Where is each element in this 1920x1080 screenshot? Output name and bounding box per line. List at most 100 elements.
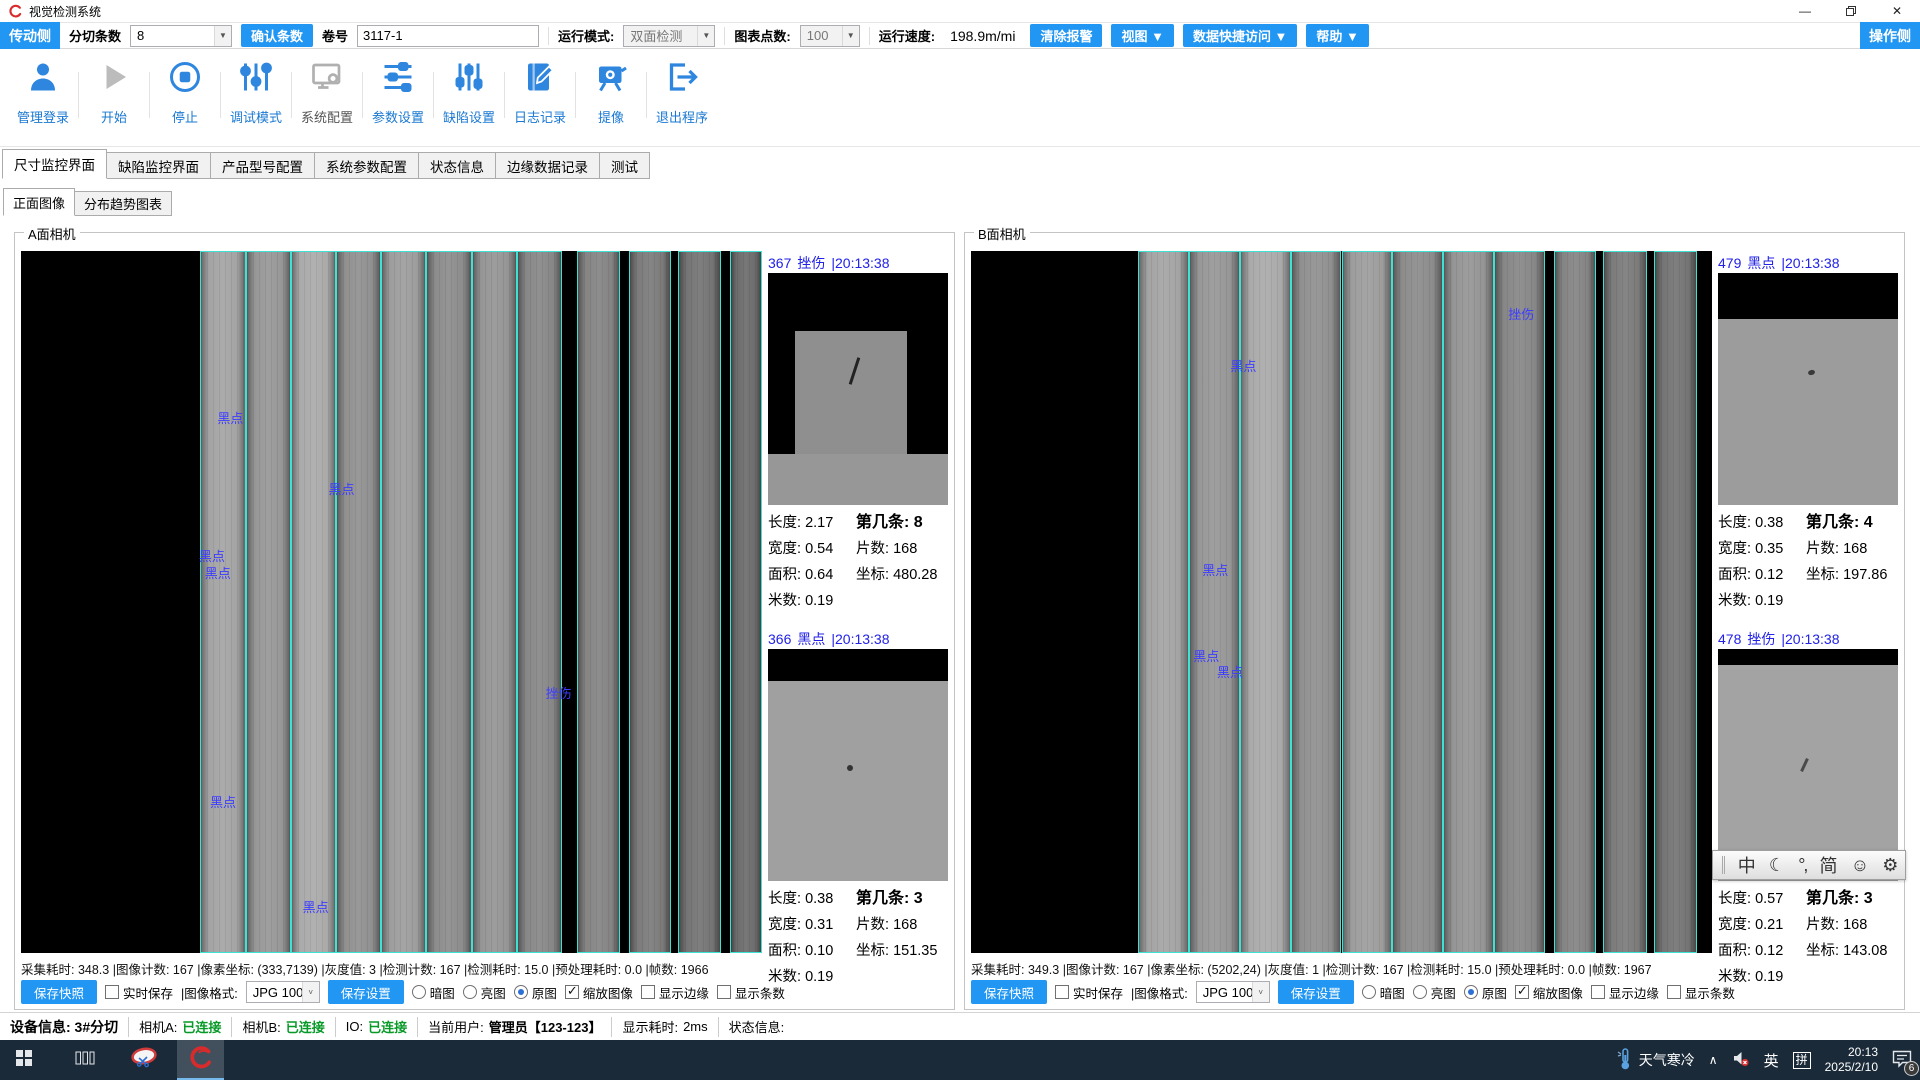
zoom-image-checkbox[interactable]: 缩放图像 [1515, 983, 1583, 1002]
zoom-image-checkbox[interactable]: 缩放图像 [565, 983, 633, 1002]
transmission-side-button[interactable]: 传动侧 [0, 22, 60, 49]
tab-status-info[interactable]: 状态信息 [418, 152, 496, 179]
quick-access-menu-button[interactable]: 数据快捷访问 ▼ [1183, 24, 1297, 47]
tab-system-params[interactable]: 系统参数配置 [314, 152, 419, 179]
ime-indicator[interactable]: 拼 [1793, 1052, 1811, 1069]
save-snapshot-button[interactable]: 保存快照 [971, 980, 1047, 1004]
help-menu-button[interactable]: 帮助 ▼ [1306, 24, 1368, 47]
tab-front-image[interactable]: 正面图像 [3, 188, 75, 216]
login-button[interactable]: 管理登录 [8, 50, 78, 144]
fabric-strip [1654, 251, 1697, 953]
snipping-tool-button[interactable] [120, 1040, 167, 1080]
start-button[interactable]: 开始 [79, 50, 149, 144]
notification-count-badge: 6 [1904, 1061, 1919, 1076]
tab-product-model[interactable]: 产品型号配置 [210, 152, 315, 179]
save-snapshot-button[interactable]: 保存快照 [21, 980, 97, 1004]
save-settings-button[interactable]: 保存设置 [1278, 980, 1354, 1004]
stop-button[interactable]: 停止 [150, 50, 220, 144]
original-image-radio[interactable]: 原图 [514, 983, 557, 1002]
language-indicator[interactable]: 英 [1764, 1050, 1779, 1071]
app-logo-icon [188, 1045, 214, 1076]
punctuation-icon[interactable]: °, [1798, 855, 1806, 876]
tab-size-monitor[interactable]: 尺寸监控界面 [2, 149, 107, 179]
gear-icon[interactable]: ⚙ [1882, 855, 1898, 876]
emoji-icon[interactable]: ☺ [1851, 855, 1869, 876]
drag-handle[interactable] [1722, 856, 1725, 874]
defect-annotation: 黑点 [205, 563, 231, 582]
operate-side-button[interactable]: 操作侧 [1860, 22, 1920, 49]
log-record-button[interactable]: 日志记录 [505, 50, 575, 144]
defect-annotation: 黑点 [210, 792, 236, 811]
defect-annotation: 黑点 [1230, 356, 1256, 375]
camera-a-panel: A面相机 黑点黑点黑点黑点挫伤黑点黑点 367 挫伤 |20:13:38 长度:… [14, 232, 955, 1010]
tab-trend-chart[interactable]: 分布趋势图表 [74, 191, 172, 216]
defect-time: |20:13:38 [1781, 255, 1839, 271]
clock[interactable]: 20:13 2025/2/10 [1825, 1045, 1878, 1075]
minimize-button[interactable]: — [1782, 0, 1828, 22]
image-format-combo[interactable]: JPG 100˅ [1196, 981, 1270, 1003]
param-settings-button[interactable]: 参数设置 [363, 50, 433, 144]
sliders-vertical-icon [238, 59, 274, 100]
capture-button[interactable]: 提像 [576, 50, 646, 144]
fabric-strip [577, 251, 620, 953]
defect-stats: 长度: 2.17 第几条: 8 宽度: 0.54 片数: 168 面积: 0.6… [768, 505, 948, 614]
system-config-button[interactable]: 系统配置 [292, 50, 362, 144]
exit-icon [664, 59, 700, 100]
save-settings-button[interactable]: 保存设置 [328, 980, 404, 1004]
vision-app-button[interactable] [177, 1040, 224, 1080]
dark-image-radio[interactable]: 暗图 [1362, 983, 1405, 1002]
bright-image-radio[interactable]: 亮图 [463, 983, 506, 1002]
show-count-checkbox[interactable]: 显示条数 [1667, 983, 1735, 1002]
fabric-strip [381, 251, 426, 953]
defect-card: 479 黑点 |20:13:38 长度: 0.38 第几条: 4 宽度: 0.3… [1718, 253, 1898, 614]
debug-mode-button[interactable]: 调试模式 [221, 50, 291, 144]
close-button[interactable]: ✕ [1874, 0, 1920, 22]
defect-stats: 长度: 0.38 第几条: 4 宽度: 0.35 片数: 168 面积: 0.1… [1718, 505, 1898, 614]
action-center-button[interactable]: 6 [1892, 1050, 1912, 1071]
simplified-chinese-icon[interactable]: 简 [1820, 852, 1838, 878]
speaker-muted-icon[interactable] [1732, 1050, 1750, 1070]
tab-edge-data[interactable]: 边缘数据记录 [495, 152, 600, 179]
slit-count-combo[interactable]: 8 ▼ [130, 25, 232, 47]
defect-header: 479 黑点 |20:13:38 [1718, 253, 1898, 273]
exit-program-button[interactable]: 退出程序 [647, 50, 717, 144]
defect-type: 挫伤 [1747, 629, 1775, 649]
run-mode-combo[interactable]: 双面检测 ▼ [623, 25, 715, 47]
moon-icon[interactable]: ☾ [1769, 855, 1785, 876]
chart-points-combo[interactable]: 100 ▼ [800, 25, 860, 47]
confirm-count-button[interactable]: 确认条数 [241, 24, 313, 47]
roll-input[interactable] [357, 25, 539, 47]
chevron-down-icon: ˅ [1252, 982, 1269, 1002]
camera-b-status: 相机B:已连接 [232, 1017, 335, 1037]
dark-image-radio[interactable]: 暗图 [412, 983, 455, 1002]
realtime-save-checkbox[interactable]: 实时保存 [1055, 983, 1123, 1002]
realtime-save-checkbox[interactable]: 实时保存 [105, 983, 173, 1002]
checkbox[interactable] [105, 985, 119, 999]
weather-widget[interactable]: 天气寒冷 [1617, 1048, 1695, 1073]
sub-tab-bar: 正面图像 分布趋势图表 [3, 188, 171, 216]
tray-chevron-icon[interactable]: ∧ [1709, 1053, 1718, 1067]
tab-defect-monitor[interactable]: 缺陷监控界面 [106, 152, 211, 179]
fabric-strip [472, 251, 517, 953]
start-button[interactable] [0, 1040, 47, 1080]
show-edge-checkbox[interactable]: 显示边缘 [641, 983, 709, 1002]
panel-title: A面相机 [24, 224, 80, 243]
tab-test[interactable]: 测试 [599, 152, 650, 179]
view-menu-button[interactable]: 视图 ▼ [1111, 24, 1173, 47]
ime-chinese-mode[interactable]: 中 [1738, 852, 1756, 878]
panel-title: B面相机 [974, 224, 1030, 243]
image-format-combo[interactable]: JPG 100˅ [246, 981, 320, 1003]
bright-image-radio[interactable]: 亮图 [1413, 983, 1456, 1002]
show-count-checkbox[interactable]: 显示条数 [717, 983, 785, 1002]
defect-annotation: 挫伤 [546, 683, 572, 702]
defect-time: |20:13:38 [1781, 631, 1839, 647]
defect-type: 黑点 [797, 629, 825, 649]
original-image-radio[interactable]: 原图 [1464, 983, 1507, 1002]
task-view-button[interactable] [61, 1040, 108, 1080]
defect-settings-button[interactable]: 缺陷设置 [434, 50, 504, 144]
fabric-strip [678, 251, 721, 953]
clear-alarm-button[interactable]: 清除报警 [1030, 24, 1102, 47]
defect-header: 366 黑点 |20:13:38 [768, 629, 948, 649]
show-edge-checkbox[interactable]: 显示边缘 [1591, 983, 1659, 1002]
restore-button[interactable] [1828, 0, 1874, 22]
